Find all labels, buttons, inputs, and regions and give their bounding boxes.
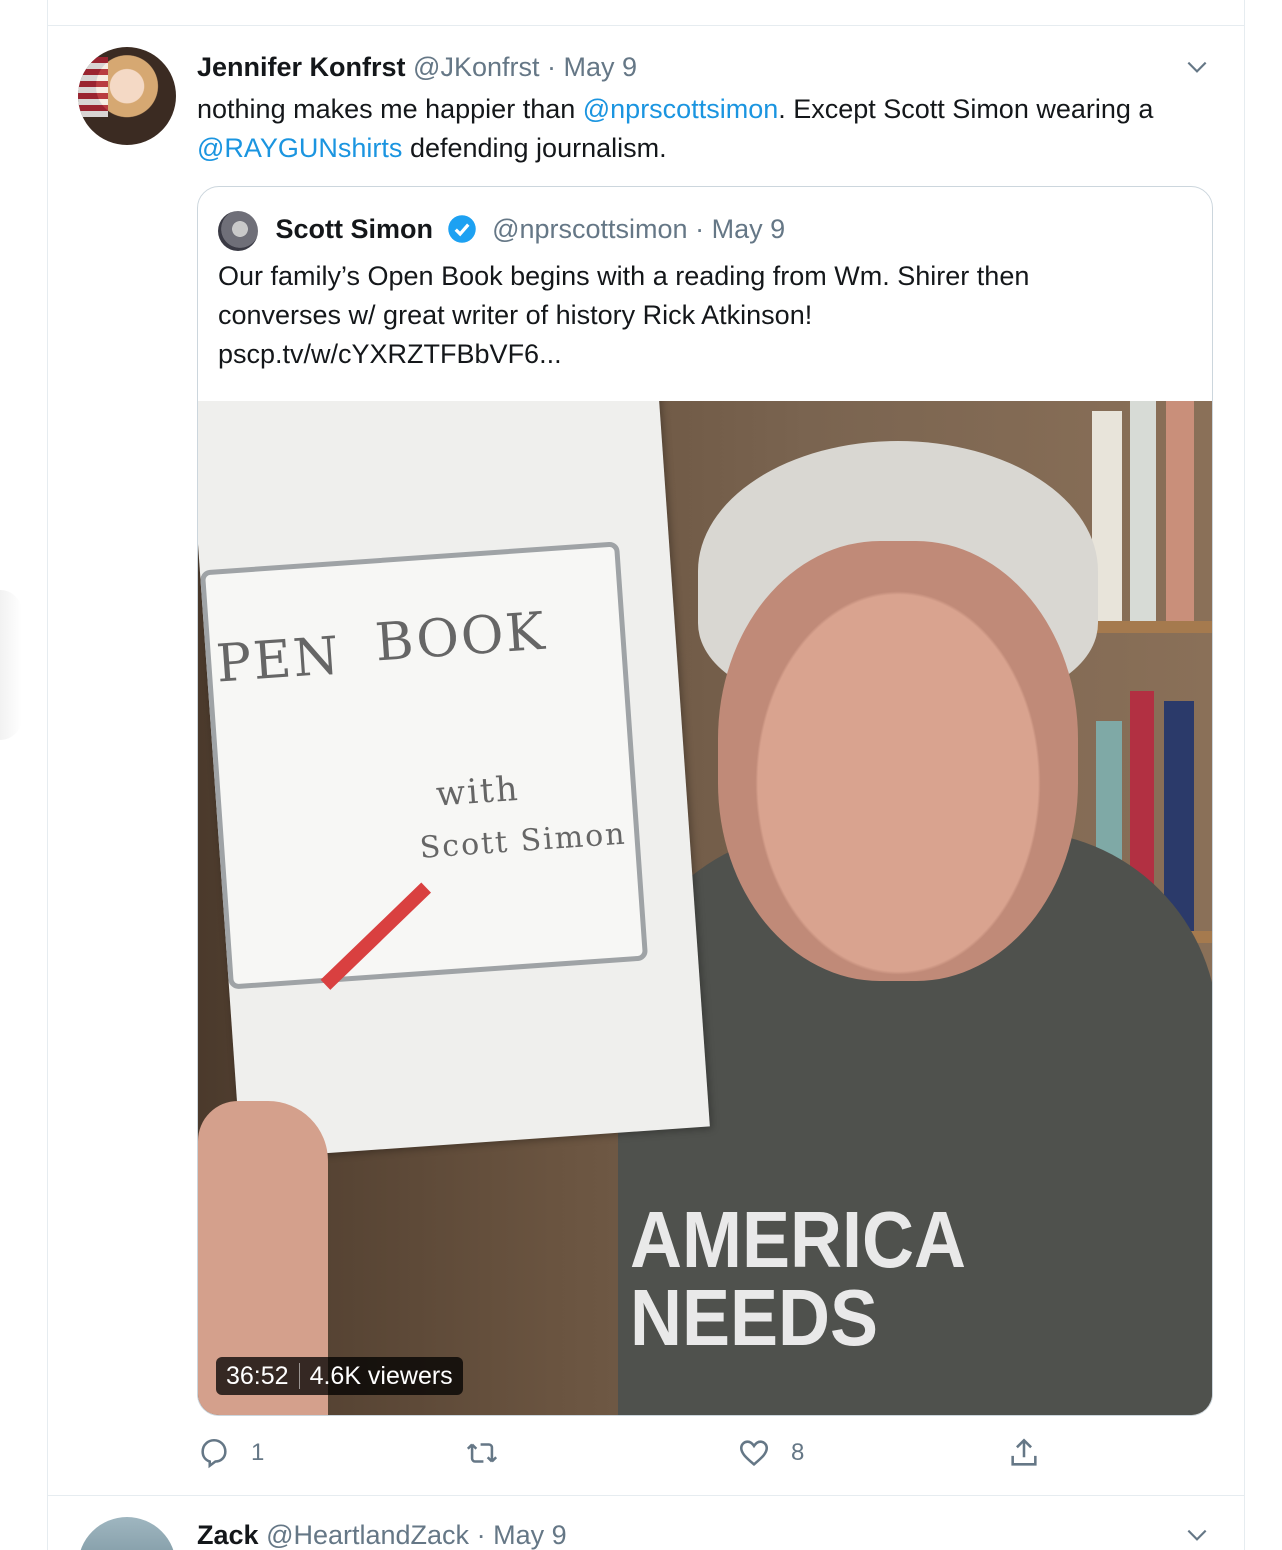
tweet-actions: 1 8 <box>197 1436 1197 1476</box>
heart-icon <box>739 1440 769 1466</box>
reply-icon <box>201 1438 227 1469</box>
shirt-text: AMERICA NEEDS <box>630 1195 966 1362</box>
quote-avatar <box>218 210 258 251</box>
tweet-date[interactable]: May 9 <box>493 1520 567 1550</box>
quote-text-line: converses w/ great writer of history Ric… <box>218 300 813 330</box>
quote-author-name: Scott Simon <box>275 214 434 244</box>
chevron-down-icon[interactable] <box>1184 1522 1210 1548</box>
separator-dot: · <box>476 1520 486 1550</box>
left-edge-shadow <box>0 590 22 740</box>
separator-dot: · <box>695 214 705 244</box>
tweet-text-part: defending journalism. <box>402 133 667 163</box>
author-name[interactable]: Jennifer Konfrst <box>197 52 406 82</box>
tweet[interactable]: Zack @HeartlandZack · May 9 <box>47 1496 1245 1550</box>
like-count: 8 <box>791 1439 805 1466</box>
tweet[interactable]: Jennifer Konfrst @JKonfrst · May 9 nothi… <box>47 0 1245 1495</box>
video-thumbnail[interactable]: AMERICA NEEDS PEN BOOK with Scott Simon … <box>198 401 1212 1415</box>
quote-date: May 9 <box>711 214 786 244</box>
tweet-text-part: . Except Scott Simon wearing a <box>778 94 1154 124</box>
quote-tweet-card[interactable]: Scott Simon @nprscottsimon · May 9 Our f… <box>197 186 1213 1416</box>
avatar[interactable] <box>78 1517 176 1550</box>
author-handle[interactable]: @JKonfrst <box>413 52 539 82</box>
video-viewers: 4.6K viewers <box>309 1362 453 1390</box>
share-button[interactable] <box>1007 1436 1061 1470</box>
tweet-date[interactable]: May 9 <box>564 52 638 82</box>
flag-decoration <box>78 57 108 117</box>
reply-count: 1 <box>251 1439 265 1466</box>
author-name[interactable]: Zack <box>197 1520 259 1550</box>
book-spine <box>1130 401 1156 621</box>
share-icon <box>1011 1438 1037 1466</box>
quote-link: pscp.tv/w/cYXRZTFBbVF6... <box>218 339 562 369</box>
sign-book-drawing <box>199 541 649 990</box>
tweet-text-part: nothing makes me happier than <box>197 94 583 124</box>
open-book-sign: PEN BOOK with Scott Simon <box>198 401 710 1160</box>
like-button[interactable]: 8 <box>737 1436 804 1470</box>
sign-word-right: BOOK <box>373 601 549 674</box>
sign-with: with <box>434 768 521 815</box>
tweet-header: Jennifer Konfrst @JKonfrst · May 9 <box>197 50 637 84</box>
quote-text-line: Our family’s Open Book begins with a rea… <box>218 261 1030 291</box>
chevron-down-icon[interactable] <box>1184 54 1210 80</box>
avatar[interactable] <box>78 47 176 145</box>
person-face <box>718 541 1078 981</box>
tweet-header: Zack @HeartlandZack · May 9 <box>197 1518 567 1550</box>
mention-link[interactable]: @RAYGUNshirts <box>197 133 402 163</box>
author-handle[interactable]: @HeartlandZack <box>266 1520 469 1550</box>
quote-header: Scott Simon @nprscottsimon · May 9 <box>218 209 786 251</box>
reply-button[interactable]: 1 <box>197 1436 264 1470</box>
book-spine <box>1166 401 1194 621</box>
video-badge: 36:52 4.6K viewers <box>216 1357 463 1395</box>
mention-link[interactable]: @nprscottsimon <box>583 94 778 124</box>
retweet-icon <box>466 1443 498 1463</box>
tweet-text: nothing makes me happier than @nprscotts… <box>197 90 1217 168</box>
retweet-button[interactable] <box>465 1436 519 1470</box>
sign-word-left: PEN <box>214 626 343 695</box>
quote-text: Our family’s Open Book begins with a rea… <box>218 257 1178 374</box>
separator-dot: · <box>547 52 557 82</box>
quote-author-handle: @nprscottsimon <box>492 214 688 244</box>
book-spine <box>1164 701 1194 931</box>
video-duration: 36:52 <box>226 1362 289 1390</box>
verified-badge-icon <box>447 214 477 244</box>
